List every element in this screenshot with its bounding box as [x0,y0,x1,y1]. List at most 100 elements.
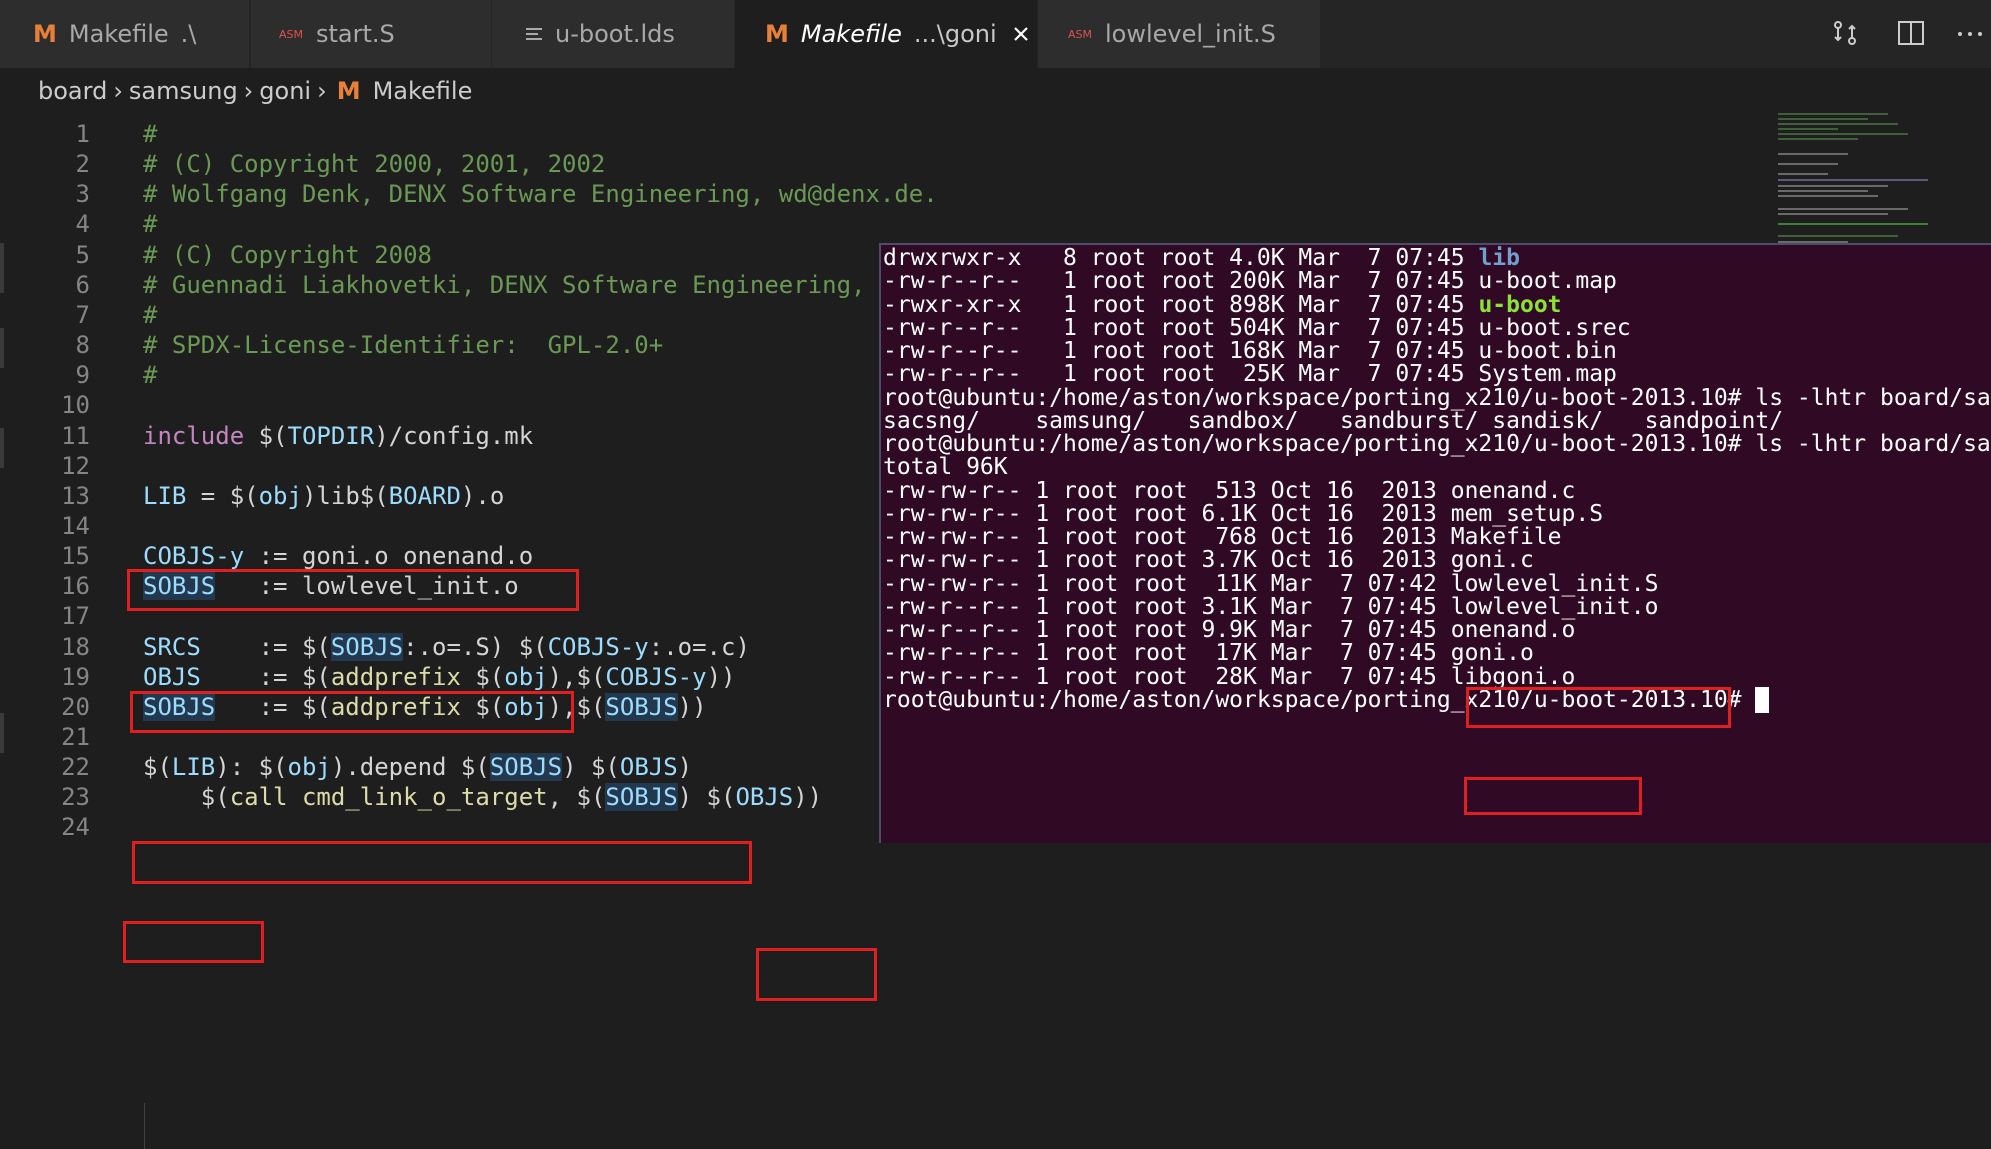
highlight-box-objs-link [756,948,877,1001]
code-token: ) $( [677,783,736,812]
highlight-box-lib-target [123,921,264,963]
makefile-icon: M [336,76,361,105]
code-token: :.o=.c) [648,632,750,661]
code-token: OBJS [735,783,794,812]
code-token: := $( [200,632,331,661]
code-token: obj [287,753,331,782]
asm-icon: ASM [279,27,303,41]
breadcrumb: board › samsung › goni › M Makefile [38,68,472,113]
code-token: ) $( [562,753,620,782]
code-token: # [143,361,158,390]
tab-label: Makefile [800,20,902,48]
code-token: obj [258,481,302,510]
highlight-box-sobjs-definition [130,691,574,733]
terminal-line: root@ubuntu:/home/aston/workspace/portin… [883,429,1991,459]
code-token: # (C) Copyright 2008 [143,240,432,269]
code-token: ) [677,753,693,782]
code-token: addprefix [330,662,461,691]
breadcrumb-item-goni[interactable]: goni [259,77,311,105]
code-token: obj [504,662,548,691]
code-token: SOBJS [330,632,404,661]
chevron-right-icon: › [243,76,254,105]
code-token: :.o=.S) $( [403,632,548,661]
asm-icon: ASM [1068,27,1092,41]
code-token: SRCS [143,632,201,661]
terminal-text: root@ubuntu:/home/aston/workspace/portin… [883,431,1991,457]
tab-u-boot-lds[interactable]: u-boot.lds [492,0,734,68]
code-token: OBJS [619,753,678,782]
line-number: 24 [61,813,90,842]
code-token: )lib$( [301,481,389,510]
code-token: # (C) Copyright 2000, 2001, 2002 [143,150,606,179]
code-token: COBJS-y [547,632,649,661]
tab-description: .\ [180,20,197,48]
code-token: COBJS-y [143,542,245,571]
code-token: $( [143,783,230,812]
code-token: := goni.o onenand.o [244,542,534,571]
tab-description: ...\goni [913,20,997,48]
tab-label: start.S [316,20,395,48]
chevron-right-icon: › [317,76,327,105]
code-token: SOBJS [605,692,678,721]
tab-label: lowlevel_init.S [1105,20,1276,48]
tab-makefile-root[interactable]: M Makefile .\ [0,0,250,68]
code-line: # Wolfgang Denk, DENX Software Engineeri… [143,175,938,213]
code-token: , $( [547,783,606,812]
code-token: )) [677,692,707,721]
terminal-window[interactable]: drwxrwxr-x 8 root root 4.0K Mar 7 07:45 … [879,243,1991,843]
code-line: $(call cmd_link_o_target, $(SOBJS) $(OBJ… [143,778,822,816]
highlight-box-lib-definition [127,569,579,611]
code-token: )) [706,662,736,691]
code-token: COBJS-y [605,662,707,691]
tab-makefile-goni[interactable]: M Makefile ...\goni [735,0,1037,68]
code-token: # [143,300,158,329]
makefile-icon: M [765,20,789,48]
code-token: cmd_link_o_target [301,783,548,812]
code-token: call [229,783,288,812]
highlight-box-lowlevel-init-o [1466,687,1731,728]
makefile-icon: M [33,20,57,48]
code-token: $( [143,753,172,782]
code-token: $( [258,421,288,450]
compare-changes-icon[interactable] [1830,18,1860,48]
code-token: SOBJS [605,783,678,812]
code-line: # [143,356,157,394]
editor-tab-bar: M Makefile .\ ASM start.S u-boot.lds M M… [0,0,1991,68]
split-editor-icon[interactable] [1896,18,1926,48]
code-token: LIB [143,481,187,510]
change-marker [0,243,4,293]
code-token: TOPDIR [287,421,375,450]
change-marker [0,428,4,468]
close-icon[interactable] [1011,24,1031,44]
indent-guide [144,1103,145,1149]
code-token: := $( [200,662,331,691]
code-token: BOARD [388,481,461,510]
code-token: ).depend $( [330,753,490,782]
code-token: )/config.mk [374,421,534,450]
tab-label: u-boot.lds [555,20,675,48]
breadcrumb-item-samsung[interactable]: samsung [129,77,238,105]
code-token: $( [460,662,505,691]
breadcrumb-item-makefile[interactable]: Makefile [373,77,473,105]
minimap[interactable] [1778,113,1928,253]
code-token: # SPDX-License-Identifier: GPL-2.0+ [143,331,664,360]
more-actions-icon[interactable] [1955,18,1985,48]
tab-lowlevel-init-s[interactable]: ASM lowlevel_init.S [1038,0,1320,68]
change-marker [0,328,4,368]
breadcrumb-item-board[interactable]: board [38,77,107,105]
code-token: SOBJS [489,753,563,782]
code-token: # Wolfgang Denk, DENX Software Engineeri… [143,180,938,209]
highlight-box-libgoni-o [1464,777,1642,815]
tab-start-s[interactable]: ASM start.S [251,0,491,68]
code-token: include [143,421,259,450]
terminal-cursor [1755,687,1770,714]
code-token: LIB [171,753,216,782]
code-token: ): $( [215,753,288,782]
code-token: ).o [460,481,505,510]
code-token: = $( [186,481,259,510]
code-token: # [143,120,158,148]
code-token: # [143,210,158,239]
code-token: )) [793,783,823,812]
lines-file-icon [526,28,542,40]
